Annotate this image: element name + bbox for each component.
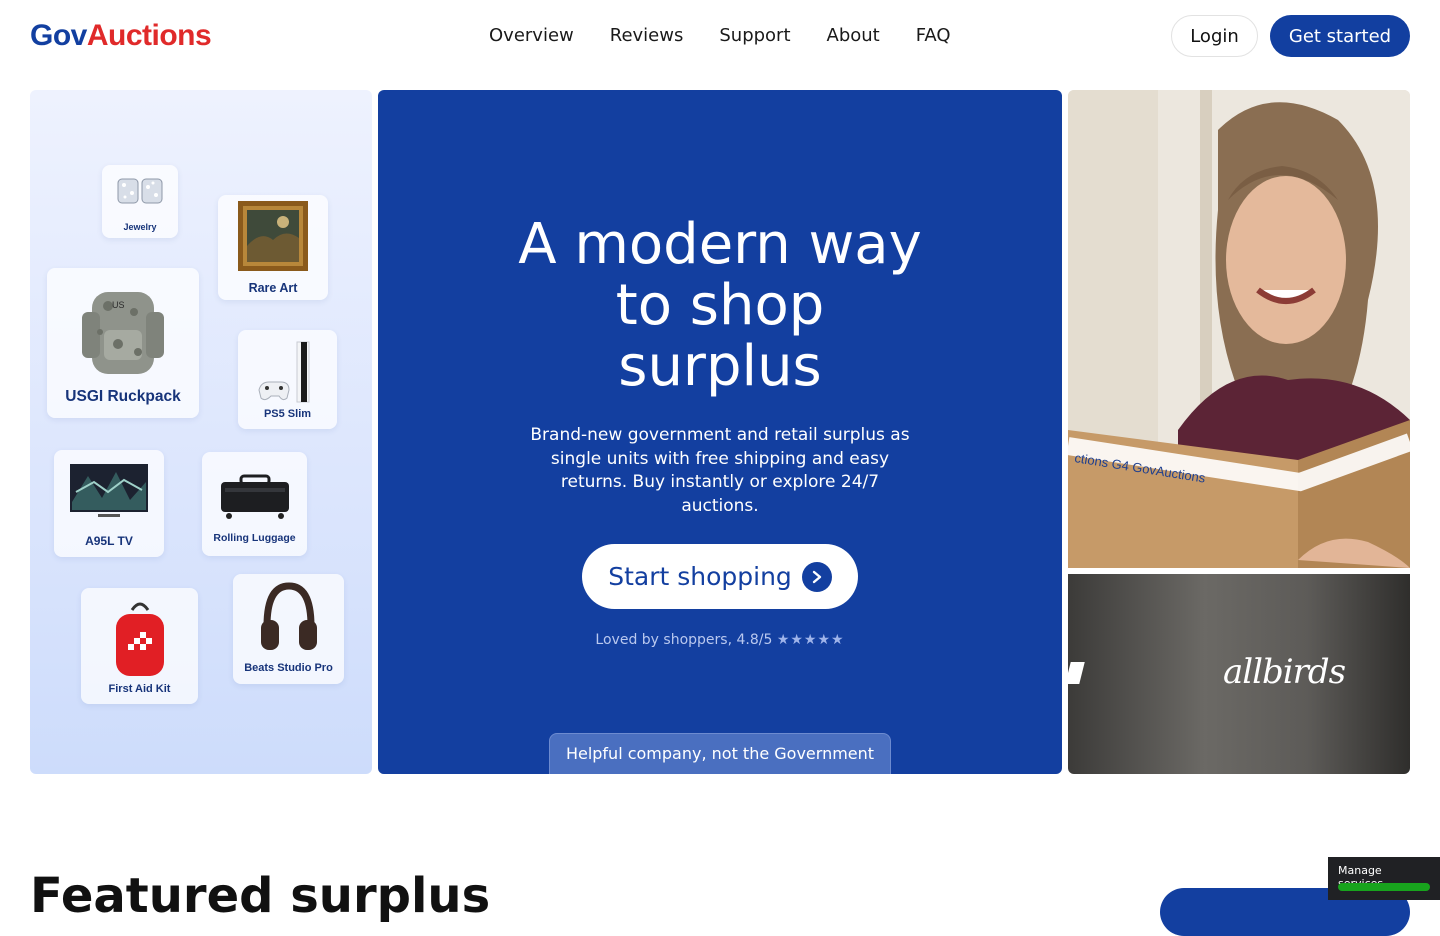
hero-title: A modern way to shop surplus — [470, 214, 970, 397]
chevron-right-icon — [801, 561, 832, 592]
nav-support[interactable]: Support — [719, 22, 790, 50]
nav-reviews[interactable]: Reviews — [610, 22, 684, 50]
product-card-usgi-ruckpack: US USGI Ruckpack — [47, 268, 199, 418]
headphones-icon — [260, 582, 317, 650]
hero-title-line: A modern way — [518, 212, 922, 277]
product-card-ps5-slim: PS5 Slim — [238, 330, 337, 429]
product-card-rare-art: Rare Art — [218, 195, 328, 300]
svg-text:US: US — [112, 300, 125, 310]
television-icon — [70, 464, 148, 517]
product-label: Beats Studio Pro — [244, 662, 333, 674]
product-label: Rare Art — [248, 281, 298, 295]
hero-title-line: surplus — [618, 334, 822, 399]
product-collage: Jewelry Rare Art US USGI Ruckpack PS5 Sl… — [30, 90, 372, 774]
product-label: First Aid Kit — [108, 683, 171, 695]
painting-icon — [238, 201, 308, 271]
brand-mark-fragment — [1068, 662, 1085, 684]
rating-stars-icon: ★★★★★ — [776, 632, 845, 648]
manage-services-widget[interactable]: Manage services — [1328, 857, 1440, 900]
product-card-beats-studio-pro: Beats Studio Pro — [233, 574, 344, 684]
product-card-first-aid-kit: First Aid Kit — [81, 588, 198, 704]
main-nav: Overview Reviews Support About FAQ — [489, 22, 951, 50]
product-label: PS5 Slim — [263, 408, 312, 420]
luggage-icon — [220, 474, 289, 519]
get-started-button[interactable]: Get started — [1270, 15, 1410, 57]
hero-panel: A modern way to shop surplus Brand-new g… — [378, 90, 1062, 774]
brand-logo: allbirds — [1223, 652, 1346, 692]
customer-photo: ctions G4 GovAuctions — [1068, 90, 1410, 568]
product-card-a95l-tv: A95L TV — [54, 450, 164, 557]
nav-faq[interactable]: FAQ — [916, 22, 951, 50]
login-button[interactable]: Login — [1171, 15, 1258, 57]
product-label: USGI Ruckpack — [65, 388, 181, 405]
product-card-rolling-luggage: Rolling Luggage — [202, 452, 307, 556]
backpack-icon: US — [82, 292, 164, 374]
site-logo[interactable]: GovAuctions — [30, 18, 212, 54]
disclaimer-tab[interactable]: Helpful company, not the Government — [549, 733, 891, 774]
jewelry-icon — [117, 178, 163, 204]
consent-toggle[interactable] — [1338, 883, 1430, 891]
rating-text: Loved by shoppers, 4.8/5 — [595, 632, 773, 648]
brand-tile[interactable]: allbirds — [1068, 574, 1410, 774]
product-label: Jewelry — [123, 222, 157, 232]
woman-with-package-image: ctions G4 GovAuctions — [1068, 90, 1410, 568]
featured-heading: Featured surplus — [30, 868, 491, 924]
hero-subtitle: Brand-new government and retail surplus … — [530, 425, 910, 516]
start-shopping-button[interactable]: Start shopping — [582, 544, 858, 609]
product-card-jewelry: Jewelry — [102, 165, 178, 238]
hero-title-line: to shop — [615, 273, 825, 338]
product-label: Rolling Luggage — [213, 532, 296, 544]
site-header: GovAuctions Overview Reviews Support Abo… — [0, 0, 1440, 72]
nav-about[interactable]: About — [827, 22, 880, 50]
logo-auctions-text: Auctions — [86, 19, 212, 52]
first-aid-kit-icon — [115, 602, 164, 676]
start-shopping-label: Start shopping — [608, 562, 792, 591]
console-icon — [257, 341, 309, 403]
logo-gov-text: Gov — [30, 19, 87, 52]
product-label: A95L TV — [85, 534, 133, 548]
rating-line: Loved by shoppers, 4.8/5 ★★★★★ — [378, 630, 1062, 650]
nav-overview[interactable]: Overview — [489, 22, 574, 50]
